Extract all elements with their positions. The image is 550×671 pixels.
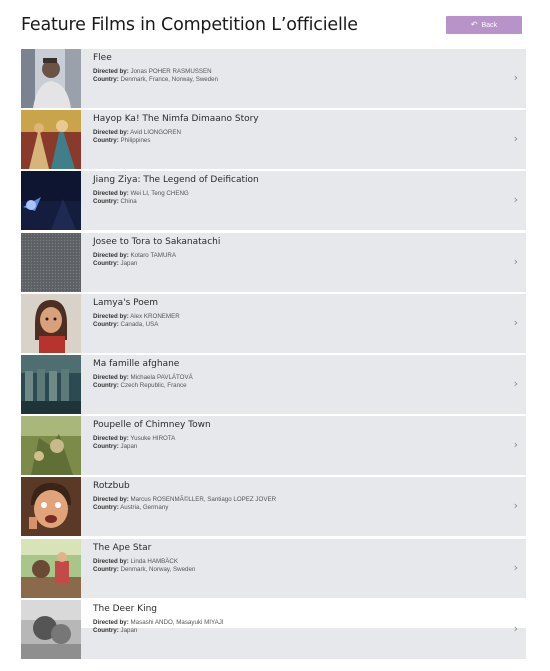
country-label: Country: xyxy=(93,381,119,389)
film-director: Michaela PAVLÁTOVÁ xyxy=(130,373,193,381)
film-title: Poupelle of Chimney Town xyxy=(93,420,211,431)
header: Feature Films in Competition L’officiell… xyxy=(21,14,526,38)
directed-by-label: Directed by: xyxy=(93,251,129,259)
film-country: Canada, USA xyxy=(120,320,159,328)
film-title: Ma famille afghane xyxy=(93,358,180,369)
chevron-right-icon: › xyxy=(513,499,518,513)
back-arrow-icon: ↶ xyxy=(470,20,478,29)
chevron-right-icon: › xyxy=(513,315,518,329)
film-thumbnail xyxy=(21,293,81,353)
country-label: Country: xyxy=(93,565,119,573)
film-row-poupelle[interactable]: Poupelle of Chimney Town Directed by: Yu… xyxy=(21,416,526,476)
film-thumbnail xyxy=(21,477,81,537)
chevron-right-icon: › xyxy=(513,376,518,390)
film-title: Lamya's Poem xyxy=(93,297,159,308)
page-title: Feature Films in Competition L’officiell… xyxy=(21,15,358,35)
country-label: Country: xyxy=(93,320,119,328)
directed-by-label: Directed by: xyxy=(93,68,129,75)
film-row-rotzbub[interactable]: Rotzbub Directed by: Marcus ROSENMÃ©LLER… xyxy=(21,477,526,537)
film-director: Yusuke HIROTA xyxy=(130,435,176,443)
film-country: Philippines xyxy=(120,137,151,145)
film-director: Avid LIONGOREN xyxy=(130,129,181,137)
chevron-right-icon: › xyxy=(513,621,518,635)
film-row-hayop-ka[interactable]: Hayop Ka! The Nimfa Dimaano Story Direct… xyxy=(21,110,526,170)
directed-by-label: Directed by: xyxy=(93,496,129,504)
film-director: Jonas POHER RASMUSSEN xyxy=(130,68,212,75)
directed-by-label: Directed by: xyxy=(93,435,129,443)
film-row-jiang-ziya[interactable]: Jiang Ziya: The Legend of Deification Di… xyxy=(21,171,526,231)
film-country: Japan xyxy=(120,259,138,267)
film-thumbnail xyxy=(21,538,81,598)
country-label: Country: xyxy=(93,137,119,145)
chevron-right-icon: › xyxy=(513,132,518,146)
country-label: Country: xyxy=(93,504,119,512)
film-title: Hayop Ka! The Nimfa Dimaano Story xyxy=(93,114,259,125)
film-title: The Deer King xyxy=(93,603,157,614)
film-director: Marcus ROSENMÃ©LLER, Santiago LOPEZ JOVE… xyxy=(130,496,277,504)
film-title: The Ape Star xyxy=(93,542,152,553)
film-thumbnail xyxy=(21,171,81,231)
film-director: Masashi ANDO, Masayuki MIYAJI xyxy=(130,618,224,626)
film-thumbnail xyxy=(21,416,81,476)
chevron-right-icon: › xyxy=(513,71,518,84)
film-director: Linda HAMBÄCK xyxy=(130,557,178,565)
film-title: Rotzbub xyxy=(93,481,130,492)
directed-by-label: Directed by: xyxy=(93,373,129,381)
film-country: Denmark, Norway, Sweden xyxy=(120,565,196,573)
film-director: Kotaro TAMURA xyxy=(130,251,177,259)
chevron-right-icon: › xyxy=(513,438,518,452)
country-label: Country: xyxy=(93,198,119,206)
film-thumbnail xyxy=(21,110,81,170)
film-thumbnail xyxy=(21,599,81,659)
directed-by-label: Directed by: xyxy=(93,557,129,565)
film-row-the-deer-king[interactable]: The Deer King Directed by: Masashi ANDO,… xyxy=(21,599,526,659)
film-thumbnail xyxy=(21,232,81,292)
film-country: Denmark, France, Norway, Sweden xyxy=(120,76,219,83)
film-row-lamyas-poem[interactable]: Lamya's Poem Directed by: Alex KRONEMER … xyxy=(21,293,526,353)
film-row-josee[interactable]: Josee to Tora to Sakanatachi Directed by… xyxy=(21,232,526,292)
country-label: Country: xyxy=(93,76,119,83)
film-list: Flee Directed by: Jonas POHER RASMUSSEN … xyxy=(21,49,526,661)
chevron-right-icon: › xyxy=(513,254,518,268)
film-country: Czech Republic, France xyxy=(120,381,187,389)
film-row-flee[interactable]: Flee Directed by: Jonas POHER RASMUSSEN … xyxy=(21,49,526,108)
directed-by-label: Directed by: xyxy=(93,190,129,198)
country-label: Country: xyxy=(93,259,119,267)
film-row-ma-famille-afghane[interactable]: Ma famille afghane Directed by: Michaela… xyxy=(21,354,526,414)
film-country: Japan xyxy=(120,443,138,451)
film-row-the-ape-star[interactable]: The Ape Star Directed by: Linda HAMBÄCK … xyxy=(21,538,526,598)
film-country: Austria, Germany xyxy=(120,504,169,512)
film-title: Josee to Tora to Sakanatachi xyxy=(93,236,221,247)
country-label: Country: xyxy=(93,443,119,451)
directed-by-label: Directed by: xyxy=(93,618,129,626)
film-director: Alex KRONEMER xyxy=(130,312,180,320)
film-thumbnail xyxy=(21,354,81,414)
back-button[interactable]: ↶ Back xyxy=(446,16,522,34)
film-country: China xyxy=(120,198,137,206)
chevron-right-icon: › xyxy=(513,193,518,207)
chevron-right-icon: › xyxy=(513,560,518,574)
directed-by-label: Directed by: xyxy=(93,129,129,137)
directed-by-label: Directed by: xyxy=(93,312,129,320)
film-title: Flee xyxy=(93,53,112,63)
film-title: Jiang Ziya: The Legend of Deification xyxy=(93,175,259,186)
film-director: Wei LI, Teng CHENG xyxy=(130,190,189,198)
country-label: Country: xyxy=(93,626,119,634)
film-thumbnail xyxy=(21,49,81,108)
back-button-label: Back xyxy=(481,21,498,29)
film-country: Japan xyxy=(120,626,138,634)
